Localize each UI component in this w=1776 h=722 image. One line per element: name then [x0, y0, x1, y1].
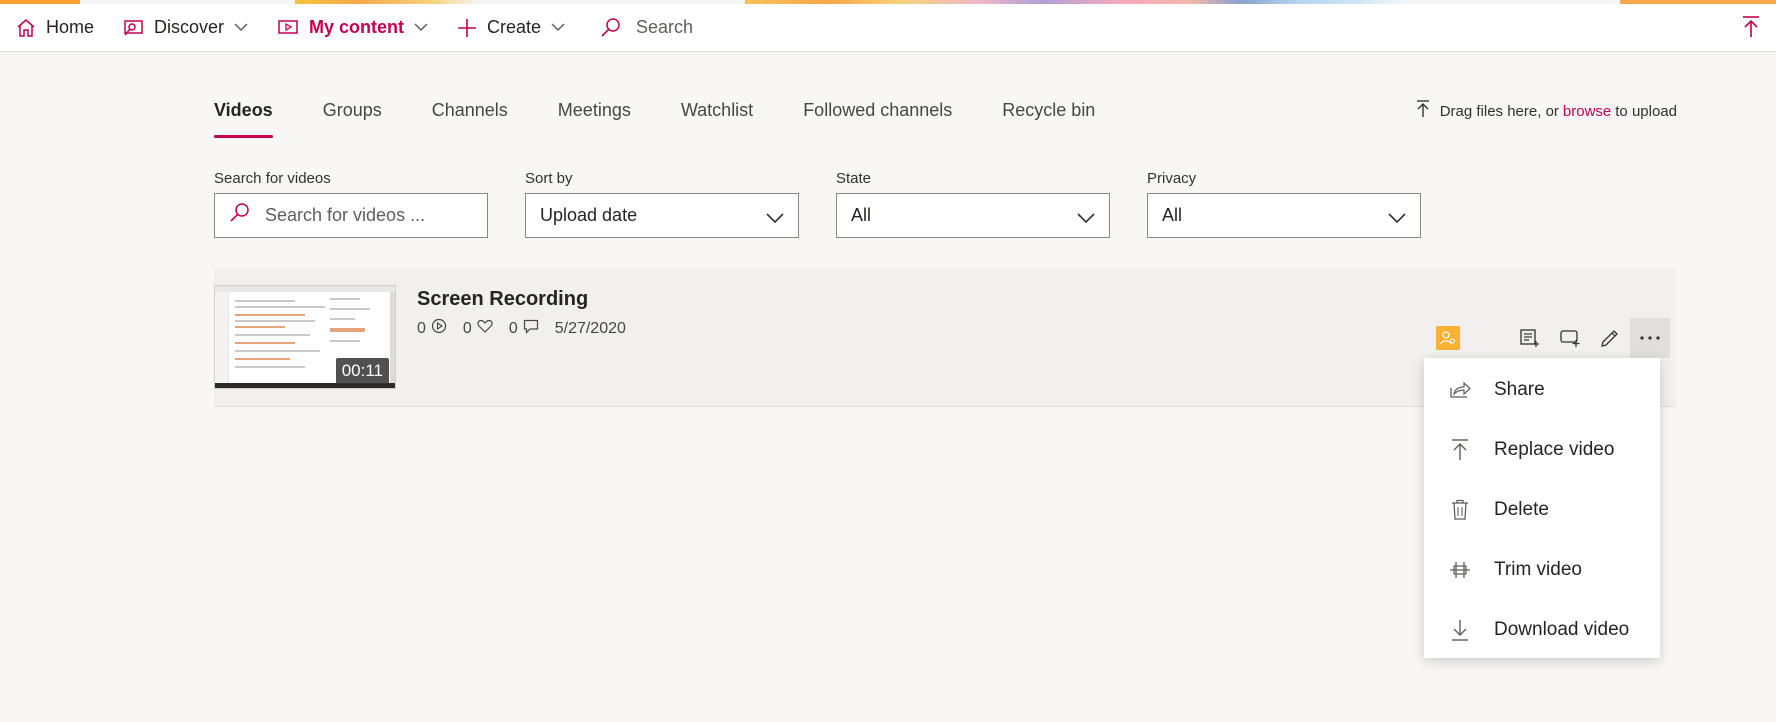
download-icon — [1448, 619, 1472, 641]
tab-followed-channels[interactable]: Followed channels — [803, 96, 952, 140]
video-stats: 0 0 0 5/27/2020 — [417, 318, 642, 339]
upload-hint-suffix: to upload — [1615, 102, 1677, 120]
search-icon — [229, 202, 251, 229]
thumbnail-sidebar — [215, 292, 229, 383]
nav-my-content[interactable]: My content — [277, 4, 428, 52]
chevron-down-icon — [414, 23, 428, 32]
thumbnail-titlebar — [215, 286, 395, 292]
nav-create[interactable]: Create — [457, 4, 565, 52]
sort-filter-label: Sort by — [525, 170, 573, 187]
heart-icon — [472, 319, 493, 338]
tab-meetings[interactable]: Meetings — [558, 96, 631, 140]
upload-hint-prefix: Drag files here, or — [1439, 102, 1559, 120]
my-content-icon — [277, 19, 299, 37]
state-dropdown[interactable]: All — [836, 193, 1110, 238]
chevron-down-icon — [234, 23, 248, 32]
video-title[interactable]: Screen Recording — [417, 288, 588, 311]
state-filter: State All — [836, 170, 1110, 238]
privacy-dropdown[interactable]: All — [1147, 193, 1421, 238]
plus-icon — [457, 18, 477, 38]
add-to-group-icon[interactable] — [1550, 318, 1590, 358]
sort-filter: Sort by Upload date — [525, 170, 799, 238]
tab-watchlist[interactable]: Watchlist — [681, 96, 753, 140]
views-count: 0 — [417, 318, 447, 339]
home-icon — [16, 18, 36, 38]
chevron-down-icon — [766, 208, 784, 229]
play-icon — [426, 318, 447, 339]
owner-icon — [1436, 326, 1460, 350]
video-thumbnail[interactable]: 00:11 — [214, 285, 396, 389]
menu-item-label: Share — [1494, 379, 1545, 400]
privacy-filter: Privacy All — [1147, 170, 1421, 238]
sort-dropdown[interactable]: Upload date — [525, 193, 799, 238]
add-to-list-icon[interactable] — [1510, 318, 1550, 358]
chevron-down-icon — [551, 23, 565, 32]
menu-item-delete[interactable]: Delete — [1424, 480, 1660, 540]
menu-item-label: Delete — [1494, 499, 1549, 520]
share-icon — [1448, 381, 1472, 399]
discover-icon — [122, 18, 144, 38]
chevron-down-icon — [1077, 208, 1095, 229]
menu-item-download-video[interactable]: Download video — [1424, 600, 1660, 660]
comment-icon — [518, 319, 539, 339]
sort-value: Upload date — [540, 205, 638, 225]
trash-icon — [1448, 499, 1472, 521]
state-filter-label: State — [836, 170, 872, 187]
more-options-menu: Share Replace video Delete Trim video Do… — [1424, 358, 1660, 658]
upload-arrow-icon — [1416, 100, 1440, 122]
upload-hint: Drag files here, or browse to upload — [1416, 100, 1677, 122]
menu-item-label: Replace video — [1494, 439, 1615, 460]
nav-search-label: Search — [636, 17, 694, 37]
nav-search[interactable]: Search — [600, 4, 693, 52]
chevron-down-icon — [1388, 208, 1406, 229]
top-navigation: Home Discover My content Create Search — [0, 4, 1776, 52]
upload-icon — [1448, 439, 1472, 461]
nav-home-label: Home — [46, 17, 95, 37]
content-tabs: Videos Groups Channels Meetings Watchlis… — [214, 96, 1145, 140]
video-duration: 00:11 — [335, 358, 389, 384]
nav-home[interactable]: Home — [16, 4, 94, 52]
menu-item-label: Trim video — [1494, 559, 1582, 580]
nav-create-label: Create — [487, 17, 542, 37]
upload-icon[interactable] — [1742, 16, 1760, 43]
privacy-value: All — [1162, 205, 1183, 225]
thumbnail-scrollbar — [390, 292, 395, 383]
browse-link[interactable]: browse — [1563, 103, 1611, 120]
likes-count: 0 — [463, 319, 493, 338]
search-icon — [600, 17, 622, 39]
tab-videos[interactable]: Videos — [214, 96, 273, 140]
edit-icon[interactable] — [1590, 318, 1630, 358]
video-actions — [1436, 318, 1670, 358]
menu-item-replace-video[interactable]: Replace video — [1424, 420, 1660, 480]
search-field — [214, 193, 488, 238]
menu-item-share[interactable]: Share — [1424, 360, 1660, 420]
more-options-icon[interactable] — [1630, 318, 1670, 358]
tab-channels[interactable]: Channels — [432, 96, 508, 140]
comments-count: 0 — [509, 319, 539, 339]
state-value: All — [851, 205, 872, 225]
tab-groups[interactable]: Groups — [323, 96, 382, 140]
privacy-filter-label: Privacy — [1147, 170, 1197, 187]
search-filter: Search for videos — [214, 170, 488, 238]
upload-date: 5/27/2020 — [554, 319, 626, 337]
nav-my-content-label: My content — [309, 17, 405, 37]
nav-discover[interactable]: Discover — [122, 4, 248, 52]
menu-item-trim-video[interactable]: Trim video — [1424, 540, 1660, 600]
trim-icon — [1448, 560, 1472, 580]
menu-item-label: Download video — [1494, 619, 1630, 640]
search-videos-input[interactable] — [265, 205, 465, 226]
search-filter-label: Search for videos — [214, 170, 331, 187]
tab-recycle-bin[interactable]: Recycle bin — [1002, 96, 1095, 140]
nav-discover-label: Discover — [154, 17, 225, 37]
